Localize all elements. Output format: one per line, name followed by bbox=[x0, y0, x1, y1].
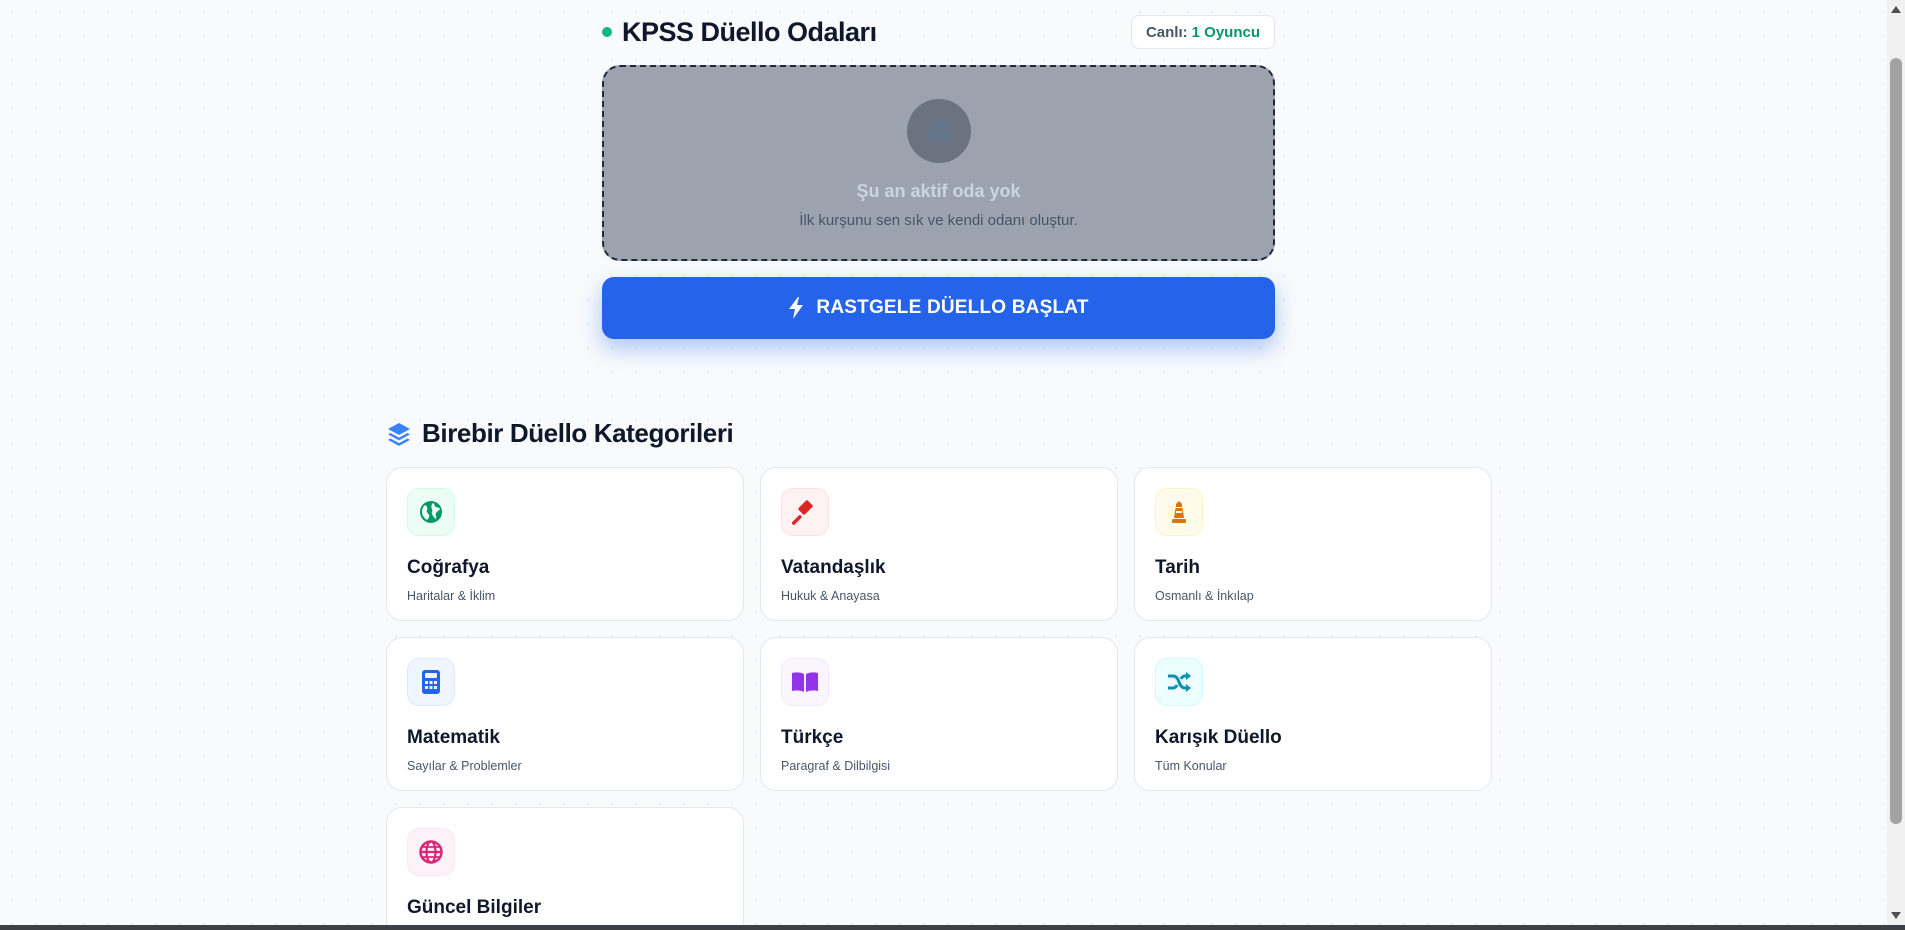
shuffle-icon bbox=[1168, 672, 1191, 692]
category-icon-box bbox=[781, 488, 829, 536]
category-card-turkce[interactable]: Türkçe Paragraf & Dilbilgisi bbox=[760, 637, 1118, 791]
globe-earth-icon bbox=[420, 501, 442, 523]
live-status-dot bbox=[602, 27, 612, 37]
category-title: Karışık Düello bbox=[1155, 727, 1282, 748]
scroll-down-arrow-icon[interactable] bbox=[1891, 912, 1901, 919]
category-card-vatandaslik[interactable]: Vatandaşlık Hukuk & Anayasa bbox=[760, 467, 1118, 621]
ghost-icon bbox=[906, 99, 971, 163]
category-icon-box bbox=[407, 658, 455, 706]
empty-state-title: Şu an aktif oda yok bbox=[856, 181, 1021, 201]
live-player-count: 1 Oyuncu bbox=[1191, 23, 1260, 41]
category-title: Coğrafya bbox=[407, 557, 490, 578]
category-title: Tarih bbox=[1155, 557, 1201, 578]
categories-title: Birebir Düello Kategorileri bbox=[422, 418, 734, 448]
category-subtitle: Sayılar & Problemler bbox=[407, 759, 522, 773]
lobby-page: KPSS Düello Odaları Canlı: 1 Oyuncu Şu a… bbox=[0, 0, 1887, 925]
random-duel-button[interactable]: RASTGELE DÜELLO BAŞLAT bbox=[602, 277, 1275, 339]
category-icon-box bbox=[1155, 658, 1203, 706]
category-card-matematik[interactable]: Matematik Sayılar & Problemler bbox=[386, 637, 744, 791]
category-card-guncel[interactable]: Güncel Bilgiler bbox=[386, 807, 744, 925]
empty-rooms-panel: Şu an aktif oda yok İlk kurşunu sen sık … bbox=[602, 65, 1275, 261]
scroll-up-arrow-icon[interactable] bbox=[1891, 6, 1901, 13]
vertical-scrollbar[interactable] bbox=[1887, 0, 1905, 925]
category-subtitle: Haritalar & İklim bbox=[407, 589, 496, 603]
book-open-icon bbox=[792, 672, 818, 692]
live-label: Canlı: bbox=[1145, 23, 1188, 41]
category-card-tarih[interactable]: Tarih Osmanlı & İnkılap bbox=[1134, 467, 1492, 621]
scrollbar-thumb[interactable] bbox=[1890, 58, 1902, 824]
layers-icon bbox=[388, 422, 410, 446]
title-wrap: KPSS Düello Odaları bbox=[602, 17, 877, 48]
bolt-icon bbox=[789, 297, 804, 319]
categories-heading: Birebir Düello Kategorileri bbox=[386, 418, 734, 449]
empty-state-subtitle: İlk kurşunu sen sık ve kendi odanı oluşt… bbox=[799, 212, 1078, 229]
category-card-karisik[interactable]: Karışık Düello Tüm Konular bbox=[1134, 637, 1492, 791]
category-card-cografya[interactable]: Coğrafya Haritalar & İklim bbox=[386, 467, 744, 621]
category-subtitle: Hukuk & Anayasa bbox=[781, 589, 880, 603]
category-title: Vatandaşlık bbox=[781, 557, 886, 578]
page-title: KPSS Düello Odaları bbox=[622, 16, 877, 47]
category-icon-box bbox=[407, 488, 455, 536]
random-duel-label: RASTGELE DÜELLO BAŞLAT bbox=[816, 297, 1089, 318]
live-players-badge: Canlı: 1 Oyuncu bbox=[1130, 15, 1275, 49]
window-bottom-edge bbox=[0, 925, 1905, 930]
category-grid: Coğrafya Haritalar & İklim Vatandaşlık H… bbox=[386, 467, 1492, 925]
category-title: Güncel Bilgiler bbox=[407, 897, 542, 918]
calculator-icon bbox=[422, 670, 440, 694]
globe-icon bbox=[419, 840, 443, 864]
category-subtitle: Tüm Konular bbox=[1155, 759, 1227, 773]
category-icon-box bbox=[407, 828, 455, 876]
category-title: Türkçe bbox=[781, 727, 844, 748]
category-title: Matematik bbox=[407, 727, 500, 748]
category-icon-box bbox=[1155, 488, 1203, 536]
category-subtitle: Paragraf & Dilbilgisi bbox=[781, 759, 891, 773]
category-icon-box bbox=[781, 658, 829, 706]
gavel-icon bbox=[792, 500, 813, 525]
lobby-header: KPSS Düello Odaları Canlı: 1 Oyuncu bbox=[602, 14, 1275, 50]
category-subtitle: Osmanlı & İnkılap bbox=[1155, 589, 1254, 603]
chess-rook-icon bbox=[1172, 501, 1186, 523]
